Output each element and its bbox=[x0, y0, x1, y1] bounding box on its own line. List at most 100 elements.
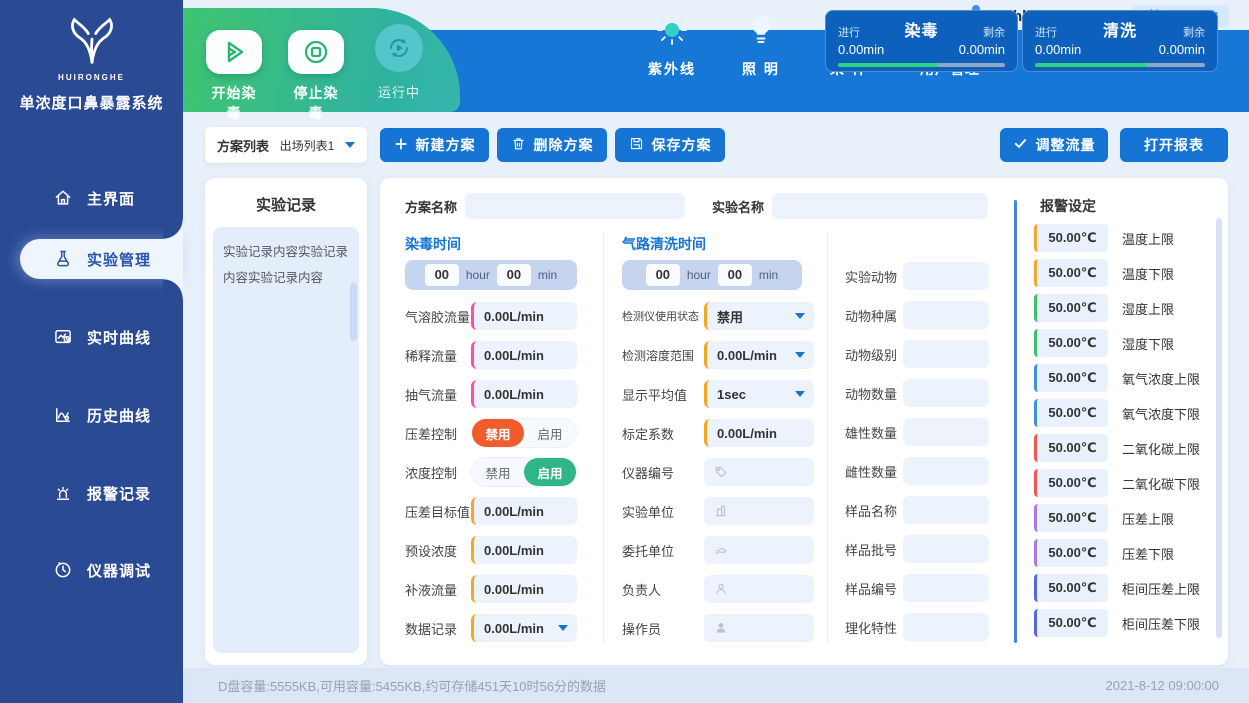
exhaust-flow-input[interactable]: 0.00L/min bbox=[471, 380, 577, 408]
oxygen-lower-input[interactable]: 50.00℃ bbox=[1034, 399, 1108, 427]
open-report-button[interactable]: 打开报表 bbox=[1120, 128, 1228, 162]
delete-scheme-button[interactable]: 删除方案 bbox=[497, 128, 607, 162]
humidity-lower-input[interactable]: 50.00℃ bbox=[1034, 329, 1108, 357]
animal-grade-input[interactable] bbox=[903, 340, 989, 368]
male-count-input[interactable] bbox=[903, 418, 989, 446]
sample-batch-input[interactable] bbox=[903, 535, 989, 563]
adjust-flow-button[interactable]: 调整流量 bbox=[1000, 128, 1108, 162]
humidity-upper-input[interactable]: 50.00℃ bbox=[1034, 294, 1108, 322]
co2-upper-input[interactable]: 50.00℃ bbox=[1034, 434, 1108, 462]
sidebar-item-history-curve[interactable]: 历史曲线 bbox=[0, 395, 183, 435]
aerosol-flow-input[interactable]: 0.00L/min bbox=[471, 302, 577, 330]
stop-poison-button[interactable]: 停止染毒 bbox=[287, 30, 345, 123]
responsible-person-input[interactable] bbox=[704, 575, 814, 603]
stop-poison-label: 停止染毒 bbox=[294, 85, 339, 121]
field-label: 实验单位 bbox=[622, 502, 704, 521]
remain-value: 0.00min bbox=[1159, 42, 1205, 57]
operator-input[interactable] bbox=[704, 614, 814, 642]
logo-mark-icon bbox=[60, 14, 124, 66]
refill-flow-input[interactable]: 0.00L/min bbox=[471, 575, 577, 603]
field-label: 仪器编号 bbox=[622, 463, 704, 482]
sidebar-item-realtime-curve[interactable]: 实时曲线 bbox=[0, 317, 183, 357]
sample-number-input[interactable] bbox=[903, 574, 989, 602]
pressure-lower-input[interactable]: 50.00℃ bbox=[1034, 539, 1108, 567]
temp-upper-input[interactable]: 50.00℃ bbox=[1034, 224, 1108, 252]
data-record-select[interactable]: 0.00L/min bbox=[471, 614, 577, 642]
animal-species-input[interactable] bbox=[903, 301, 989, 329]
calibration-coefficient-input[interactable]: 0.00L/min bbox=[704, 419, 814, 447]
poison-hour-input[interactable]: 00 bbox=[425, 264, 459, 286]
co2-lower-input[interactable]: 50.00℃ bbox=[1034, 469, 1108, 497]
detector-status-select[interactable]: 禁用 bbox=[704, 302, 814, 330]
new-scheme-button[interactable]: 新建方案 bbox=[380, 128, 489, 162]
commission-unit-input[interactable] bbox=[704, 536, 814, 564]
sidebar-item-alarm-records[interactable]: 报警记录 bbox=[0, 473, 183, 513]
oxygen-upper-input[interactable]: 50.00℃ bbox=[1034, 364, 1108, 392]
person-icon bbox=[714, 582, 728, 596]
alarm-label: 压差下限 bbox=[1122, 544, 1174, 563]
toggle-disable-option[interactable]: 禁用 bbox=[472, 419, 524, 447]
record-scrollbar-thumb[interactable] bbox=[350, 283, 357, 341]
field-label: 样品编号 bbox=[845, 579, 903, 598]
sidebar-item-label: 实验管理 bbox=[87, 249, 151, 270]
clean-time-heading: 气路清洗时间 bbox=[622, 234, 706, 254]
toggle-disable-option[interactable]: 禁用 bbox=[472, 458, 524, 486]
cabinet-pressure-upper-input[interactable]: 50.00℃ bbox=[1034, 574, 1108, 602]
alarm-label: 温度上限 bbox=[1122, 229, 1174, 248]
field-label: 检测仪使用状态 bbox=[622, 308, 704, 324]
sample-name-input[interactable] bbox=[903, 496, 989, 524]
alarm-item: 50.00℃ 二氧化碳上限 bbox=[1034, 434, 1206, 462]
physicochemical-input[interactable] bbox=[903, 613, 989, 641]
save-scheme-button[interactable]: 保存方案 bbox=[615, 128, 725, 162]
pressure-control-toggle[interactable]: 禁用 启用 bbox=[471, 418, 577, 448]
experiment-animal-input[interactable] bbox=[903, 262, 989, 290]
scheme-list-select[interactable]: 方案列表 出场列表1 bbox=[205, 127, 367, 163]
sidebar-item-instrument-debug[interactable]: 仪器调试 bbox=[0, 550, 183, 590]
start-poison-button[interactable]: 开始染毒 bbox=[205, 30, 263, 123]
poison-time-input[interactable]: 00 hour 00 min bbox=[405, 260, 577, 290]
poison-minute-input[interactable]: 00 bbox=[497, 264, 531, 286]
clean-progress-bar bbox=[1035, 63, 1205, 67]
display-average-select[interactable]: 1sec bbox=[704, 380, 814, 408]
form-row: 补液流量 0.00L/min bbox=[405, 575, 577, 603]
sidebar-item-experiment-management[interactable]: 实验管理 bbox=[20, 239, 183, 279]
female-count-input[interactable] bbox=[903, 457, 989, 485]
dilution-flow-input[interactable]: 0.00L/min bbox=[471, 341, 577, 369]
experiment-unit-input[interactable] bbox=[704, 497, 814, 525]
uv-action[interactable]: 紫外线 bbox=[648, 13, 696, 79]
pressure-upper-input[interactable]: 50.00℃ bbox=[1034, 504, 1108, 532]
clean-minute-input[interactable]: 00 bbox=[718, 264, 752, 286]
toggle-enable-option[interactable]: 启用 bbox=[524, 458, 576, 486]
form-row: 样品编号 bbox=[845, 574, 989, 602]
hour-unit-label: hour bbox=[687, 268, 711, 282]
alarm-label: 湿度下限 bbox=[1122, 334, 1174, 353]
poison-status-panel: 进行 染毒 剩余 0.00min 0.00min bbox=[825, 10, 1018, 72]
alarm-item: 50.00℃ 压差上限 bbox=[1034, 504, 1206, 532]
experiment-name-input[interactable] bbox=[772, 193, 988, 219]
alarm-record-icon bbox=[52, 482, 74, 504]
field-label: 实验动物 bbox=[845, 267, 903, 286]
concentration-control-toggle[interactable]: 禁用 启用 bbox=[471, 457, 577, 487]
animal-count-input[interactable] bbox=[903, 379, 989, 407]
clean-hour-input[interactable]: 00 bbox=[646, 264, 680, 286]
open-report-label: 打开报表 bbox=[1144, 135, 1204, 155]
clean-time-input[interactable]: 00 hour 00 min bbox=[622, 260, 802, 290]
sidebar-item-home[interactable]: 主界面 bbox=[0, 178, 183, 218]
toggle-enable-option[interactable]: 启用 bbox=[524, 419, 576, 447]
alarm-label: 柜间压差下限 bbox=[1122, 614, 1200, 633]
lighting-action[interactable]: 照 明 bbox=[742, 13, 780, 79]
scheme-name-input[interactable] bbox=[465, 193, 685, 219]
temp-lower-input[interactable]: 50.00℃ bbox=[1034, 259, 1108, 287]
sidebar-item-label: 主界面 bbox=[87, 188, 135, 209]
instrument-number-input[interactable] bbox=[704, 458, 814, 486]
preset-concentration-input[interactable]: 0.00L/min bbox=[471, 536, 577, 564]
form-row: 压差目标值 0.00L/min bbox=[405, 497, 577, 525]
field-label: 样品名称 bbox=[845, 501, 903, 520]
form-row: 动物级别 bbox=[845, 340, 989, 368]
pressure-target-input[interactable]: 0.00L/min bbox=[471, 497, 577, 525]
alarm-scrollbar[interactable] bbox=[1216, 218, 1222, 638]
adjust-flow-label: 调整流量 bbox=[1036, 135, 1096, 155]
record-list-item[interactable]: 实验记录内容实验记录内容实验记录内容 bbox=[213, 227, 359, 653]
cabinet-pressure-lower-input[interactable]: 50.00℃ bbox=[1034, 609, 1108, 637]
detection-range-select[interactable]: 0.00L/min bbox=[704, 341, 814, 369]
